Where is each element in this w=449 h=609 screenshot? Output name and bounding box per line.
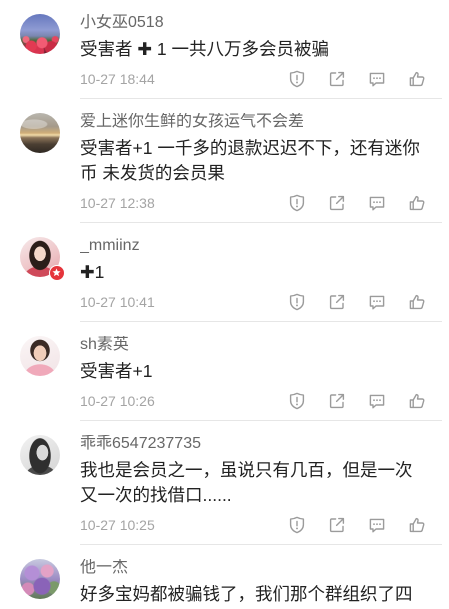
comment-actions: [287, 193, 427, 213]
comment-button[interactable]: [367, 69, 387, 89]
comment-meta: 10-27 10:41: [80, 292, 442, 312]
report-button[interactable]: [287, 193, 307, 213]
username[interactable]: _mmiinz: [80, 237, 442, 255]
comment-meta: 10-27 18:44: [80, 69, 442, 89]
comment-icon: [369, 295, 385, 310]
share-button[interactable]: [327, 69, 347, 89]
like-icon: [409, 393, 425, 409]
avatar[interactable]: [20, 113, 60, 153]
comment-text-line: 又一次的找借口......: [80, 485, 232, 505]
comment-item[interactable]: 小女巫0518 受害者 ✚ 1 一共八万多会员被骗 10-27 18:44: [0, 0, 449, 99]
report-button[interactable]: [287, 391, 307, 411]
share-icon: [329, 517, 345, 533]
comment-meta: 10-27 12:38: [80, 193, 442, 213]
comment-text-line: 受害者+1: [80, 361, 153, 381]
comment-item[interactable]: sh素英 受害者+1 10-27 10:26: [0, 322, 449, 421]
report-button[interactable]: [287, 69, 307, 89]
comment-meta: 10-27 10:25: [80, 515, 442, 535]
comment-icon: [369, 196, 385, 211]
report-icon: [289, 293, 305, 311]
username[interactable]: 爱上迷你生鲜的女孩运气不会差: [80, 113, 442, 131]
comment-text: 受害者+1 一千多的退款迟迟不下，还有迷你 币 未发货的会员果: [80, 136, 442, 186]
share-icon: [329, 294, 345, 310]
comment-actions: [287, 515, 427, 535]
comment-text: 我也是会员之一，虽说只有几百，但是一次 又一次的找借口......: [80, 458, 442, 508]
comment-icon: [369, 72, 385, 87]
comment-text: 受害者+1: [80, 359, 442, 384]
comment-icon: [369, 394, 385, 409]
report-icon: [289, 392, 305, 410]
comment-body: sh素英 受害者+1 10-27 10:26: [80, 322, 442, 421]
like-icon: [409, 517, 425, 533]
comment-text-line: 好多宝妈都被骗钱了，我们那个群组织了四: [80, 584, 413, 604]
comment-text-line: ✚1: [80, 262, 105, 282]
comment-text: 好多宝妈都被骗钱了，我们那个群组织了四: [80, 582, 442, 607]
comment-actions: [287, 69, 427, 89]
comment-text-line: 受害者+1 一千多的退款迟迟不下，还有迷你: [80, 138, 420, 158]
comment-body: 他一杰 好多宝妈都被骗钱了，我们那个群组织了四: [80, 545, 442, 607]
report-icon: [289, 70, 305, 88]
comment-body: 乖乖6547237735 我也是会员之一，虽说只有几百，但是一次 又一次的找借口…: [80, 421, 442, 545]
comment-item[interactable]: 爱上迷你生鲜的女孩运气不会差 受害者+1 一千多的退款迟迟不下，还有迷你 币 未…: [0, 99, 449, 223]
share-button[interactable]: [327, 292, 347, 312]
username[interactable]: 乖乖6547237735: [80, 435, 442, 453]
username[interactable]: sh素英: [80, 336, 442, 354]
share-icon: [329, 195, 345, 211]
comment-button[interactable]: [367, 292, 387, 312]
avatar[interactable]: [20, 336, 60, 376]
comment-item[interactable]: 他一杰 好多宝妈都被骗钱了，我们那个群组织了四: [0, 545, 449, 607]
comment-button[interactable]: [367, 391, 387, 411]
like-button[interactable]: [407, 69, 427, 89]
comment-button[interactable]: [367, 515, 387, 535]
avatar[interactable]: [20, 435, 60, 475]
comment-list: 小女巫0518 受害者 ✚ 1 一共八万多会员被骗 10-27 18:44 爱上…: [0, 0, 449, 609]
share-button[interactable]: [327, 193, 347, 213]
comment-text: ✚1: [80, 260, 442, 285]
star-icon: [52, 268, 61, 277]
comment-text: 受害者 ✚ 1 一共八万多会员被骗: [80, 37, 442, 62]
comment-item[interactable]: _mmiinz ✚1 10-27 10:41: [0, 223, 449, 322]
username[interactable]: 他一杰: [80, 559, 442, 577]
comment-time: 10-27 18:44: [80, 71, 155, 87]
like-button[interactable]: [407, 515, 427, 535]
avatar[interactable]: [20, 559, 60, 599]
comment-button[interactable]: [367, 193, 387, 213]
comment-body: 爱上迷你生鲜的女孩运气不会差 受害者+1 一千多的退款迟迟不下，还有迷你 币 未…: [80, 99, 442, 223]
report-icon: [289, 194, 305, 212]
like-button[interactable]: [407, 193, 427, 213]
report-button[interactable]: [287, 292, 307, 312]
like-button[interactable]: [407, 391, 427, 411]
like-icon: [409, 294, 425, 310]
username[interactable]: 小女巫0518: [80, 14, 442, 32]
comment-text-line: 受害者 ✚ 1 一共八万多会员被骗: [80, 39, 329, 59]
comment-actions: [287, 292, 427, 312]
share-button[interactable]: [327, 391, 347, 411]
comment-body: 小女巫0518 受害者 ✚ 1 一共八万多会员被骗 10-27 18:44: [80, 0, 442, 99]
comment-item[interactable]: 乖乖6547237735 我也是会员之一，虽说只有几百，但是一次 又一次的找借口…: [0, 421, 449, 545]
comment-icon: [369, 518, 385, 533]
comment-actions: [287, 391, 427, 411]
comment-body: _mmiinz ✚1 10-27 10:41: [80, 223, 442, 322]
share-button[interactable]: [327, 515, 347, 535]
comment-meta: 10-27 10:26: [80, 391, 442, 411]
report-button[interactable]: [287, 515, 307, 535]
report-icon: [289, 516, 305, 534]
comment-time: 10-27 12:38: [80, 195, 155, 211]
comment-text-line: 币 未发货的会员果: [80, 163, 225, 183]
avatar[interactable]: [20, 14, 60, 54]
like-button[interactable]: [407, 292, 427, 312]
share-icon: [329, 393, 345, 409]
like-icon: [409, 195, 425, 211]
comment-time: 10-27 10:26: [80, 393, 155, 409]
share-icon: [329, 71, 345, 87]
comment-time: 10-27 10:25: [80, 517, 155, 533]
avatar[interactable]: [20, 237, 65, 281]
like-icon: [409, 71, 425, 87]
comment-text-line: 我也是会员之一，虽说只有几百，但是一次: [80, 460, 413, 480]
comment-time: 10-27 10:41: [80, 294, 155, 310]
talent-badge-icon: [49, 265, 65, 281]
